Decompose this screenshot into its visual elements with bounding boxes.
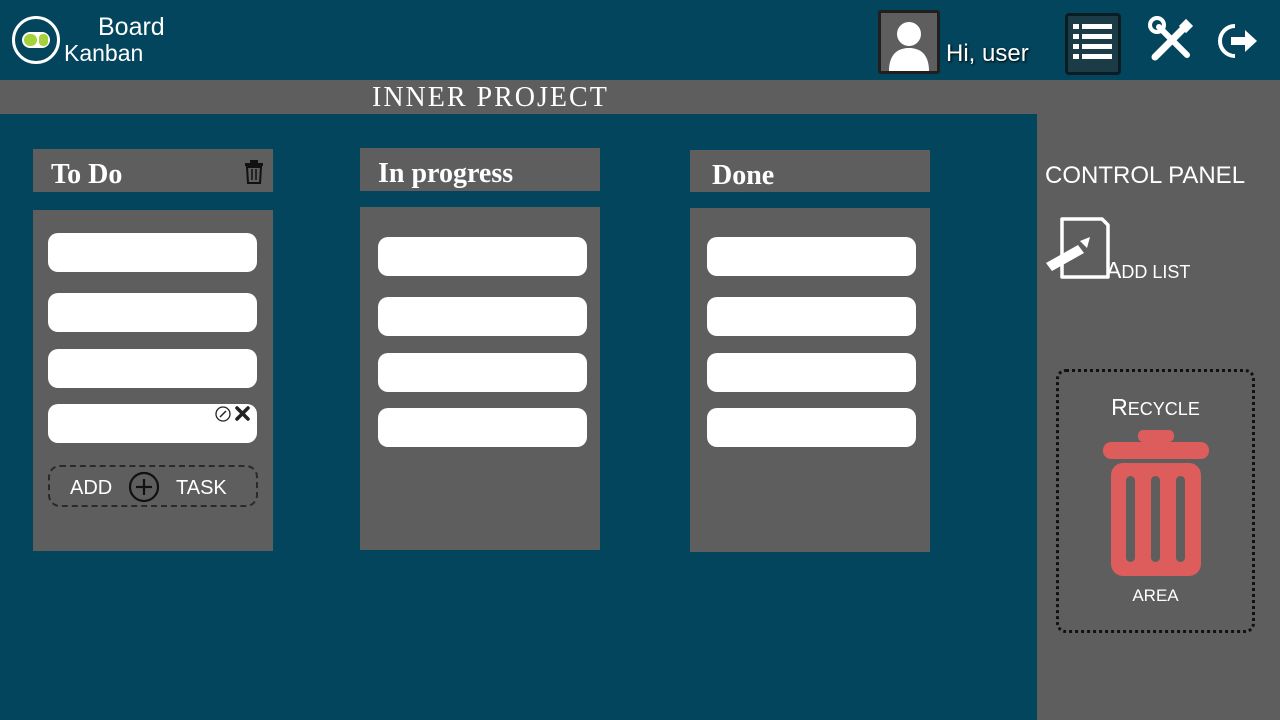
logout-icon[interactable]	[1213, 18, 1263, 64]
task-card[interactable]	[48, 349, 257, 388]
app-logo[interactable]: Board Kanban	[12, 10, 182, 72]
control-panel-title: CONTROL PANEL	[1045, 162, 1246, 189]
toggle-logo-icon	[12, 16, 60, 64]
task-card[interactable]	[707, 237, 916, 276]
trash-icon[interactable]	[243, 159, 265, 185]
task-card[interactable]	[707, 353, 916, 392]
recycle-label: RECYCLE	[1059, 394, 1252, 421]
list-title: In progress	[378, 158, 514, 189]
list-body-todo: ADD TASK	[33, 210, 273, 551]
recycle-area-label: AREA	[1132, 586, 1179, 605]
task-card[interactable]	[707, 408, 916, 447]
recycle-area[interactable]: RECYCLE AREA	[1056, 369, 1255, 633]
task-card[interactable]	[378, 237, 587, 276]
recycle-label-rest: ECYCLE	[1127, 399, 1200, 419]
recycle-label-initial: R	[1111, 394, 1128, 420]
add-task-label-right: TASK	[176, 477, 227, 499]
list-title: To Do	[51, 159, 123, 190]
trash-icon	[1101, 430, 1211, 580]
add-list-label-initial: A	[1106, 257, 1122, 283]
list-header-in-progress: In progress	[360, 148, 600, 191]
list-menu-icon[interactable]	[1065, 13, 1121, 75]
task-card[interactable]	[48, 233, 257, 272]
plus-icon	[128, 471, 160, 503]
tools-icon[interactable]	[1145, 15, 1197, 67]
task-card[interactable]	[707, 297, 916, 336]
list-body-in-progress	[360, 207, 600, 550]
project-title: INNER PROJECT	[372, 82, 609, 113]
task-card[interactable]	[378, 353, 587, 392]
add-task-button[interactable]: ADD TASK	[48, 465, 258, 507]
edit-icon[interactable]	[215, 406, 231, 422]
project-bar	[0, 80, 1280, 114]
task-card[interactable]	[378, 408, 587, 447]
add-list-label-rest: DD LIST	[1121, 262, 1191, 282]
add-list-label: ADD LIST	[1106, 257, 1190, 284]
logo-word-board: Board	[98, 13, 165, 41]
task-card[interactable]	[48, 293, 257, 332]
user-greeting: Hi, user	[946, 40, 1029, 67]
list-title: Done	[712, 160, 775, 191]
list-header-todo: To Do	[33, 149, 273, 192]
user-avatar-icon[interactable]	[878, 10, 940, 74]
task-card-selected[interactable]	[48, 404, 257, 443]
list-body-done	[690, 208, 930, 552]
close-icon[interactable]	[234, 405, 251, 422]
list-header-done: Done	[690, 150, 930, 192]
task-card[interactable]	[378, 297, 587, 336]
top-bar: Board Kanban Hi, user	[0, 0, 1280, 80]
logo-word-kanban: Kanban	[64, 40, 144, 66]
add-task-label-left: ADD	[70, 477, 113, 499]
